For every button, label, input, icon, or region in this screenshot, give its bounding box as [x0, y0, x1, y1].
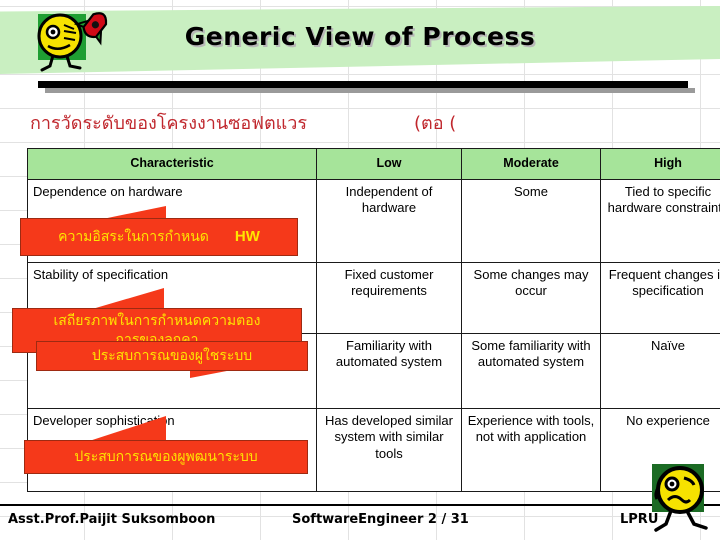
- cell-moderate: Experience with tools, not with applicat…: [462, 409, 601, 492]
- subtitle-thai-text: การวัดระดับของโครงงานซอฟตแวร: [30, 108, 307, 137]
- callout-developer-experience: ประสบการณของผูพฒนาระบบ: [24, 440, 308, 474]
- cell-moderate: Some familiarity with automated system: [462, 334, 601, 409]
- footer-course: SoftwareEngineer 2 / 31: [292, 512, 469, 527]
- column-header-moderate: Moderate: [462, 149, 601, 180]
- header-rule: [38, 81, 688, 88]
- cell-low: Has developed similar system with simila…: [317, 409, 462, 492]
- worried-face-mascot-icon: [646, 462, 720, 540]
- footer-divider: [0, 504, 720, 506]
- table-header-row: Characteristic Low Moderate High: [28, 149, 720, 180]
- callout-hardware-thai-text: ความอิสระในการกำหนด: [58, 228, 209, 246]
- cell-low: Familiarity with automated system: [317, 334, 462, 409]
- cell-low: Fixed customer requirements: [317, 263, 462, 334]
- cell-high: Naïve: [601, 334, 720, 409]
- cell-high: Tied to specific hardware constraints: [601, 180, 720, 263]
- subtitle-continued-marker: (ตอ (: [414, 108, 456, 137]
- cell-low: Independent of hardware: [317, 180, 462, 263]
- header-rule-shadow: [45, 88, 695, 93]
- cell-high: Frequent changes in specification: [601, 263, 720, 334]
- callout-hardware-suffix: HW: [235, 227, 260, 247]
- callout-user-thai-text: ประสบการณของผูใชระบบ: [92, 347, 252, 365]
- column-header-characteristic: Characteristic: [28, 149, 317, 180]
- callout-developer-thai-text: ประสบการณของผูพฒนาระบบ: [74, 448, 257, 466]
- cell-moderate: Some: [462, 180, 601, 263]
- callout-hardware-independence: ความอิสระในการกำหนด HW: [20, 218, 298, 256]
- slide-subtitle: การวัดระดับของโครงงานซอฟตแวร (ตอ (: [30, 108, 690, 138]
- column-header-high: High: [601, 149, 720, 180]
- slide-footer: Asst.Prof.Paijit Suksomboon SoftwareEngi…: [0, 512, 720, 536]
- cell-moderate: Some changes may occur: [462, 263, 601, 334]
- callout-stability-thai-line1: เสถียรภาพในการกำหนดความตอง: [54, 312, 261, 330]
- footer-author: Asst.Prof.Paijit Suksomboon: [8, 512, 215, 527]
- rocket-mascot-icon: [26, 4, 122, 76]
- callout-user-experience: ประสบการณของผูใชระบบ: [36, 341, 308, 371]
- column-header-low: Low: [317, 149, 462, 180]
